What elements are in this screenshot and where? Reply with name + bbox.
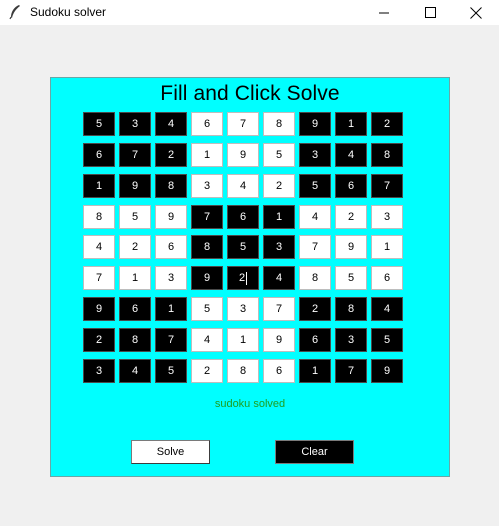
sudoku-cell[interactable]: 5 — [119, 205, 151, 229]
sudoku-cell[interactable]: 3 — [227, 297, 259, 321]
maximize-icon — [424, 7, 436, 18]
sudoku-cell[interactable]: 6 — [371, 266, 403, 290]
solve-button[interactable]: Solve — [131, 440, 210, 464]
sudoku-cell[interactable]: 7 — [155, 328, 187, 352]
sudoku-cell[interactable]: 4 — [191, 328, 223, 352]
sudoku-cell[interactable]: 9 — [83, 297, 115, 321]
sudoku-cell[interactable]: 2 — [371, 112, 403, 136]
sudoku-cell[interactable]: 9 — [335, 235, 367, 259]
sudoku-cell[interactable]: 4 — [119, 359, 151, 383]
sudoku-cell[interactable]: 8 — [371, 143, 403, 167]
sudoku-cell[interactable]: 5 — [227, 235, 259, 259]
sudoku-cell[interactable]: 8 — [119, 328, 151, 352]
sudoku-cell[interactable]: 8 — [83, 205, 115, 229]
sudoku-cell[interactable]: 4 — [227, 174, 259, 198]
sudoku-cell[interactable]: 1 — [155, 297, 187, 321]
sudoku-cell[interactable]: 6 — [119, 297, 151, 321]
sudoku-cell[interactable]: 5 — [155, 359, 187, 383]
sudoku-cell[interactable]: 1 — [191, 143, 223, 167]
sudoku-cell[interactable]: 3 — [299, 143, 331, 167]
sudoku-cell[interactable]: 9 — [191, 266, 223, 290]
sudoku-cell[interactable]: 7 — [83, 266, 115, 290]
sudoku-cell[interactable]: 4 — [299, 205, 331, 229]
sudoku-cell[interactable]: 6 — [227, 205, 259, 229]
sudoku-panel: Fill and Click Solve 5346789126721953481… — [50, 77, 450, 477]
sudoku-cell[interactable]: 2 — [119, 235, 151, 259]
sudoku-cell[interactable]: 4 — [335, 143, 367, 167]
maximize-button[interactable] — [407, 0, 453, 25]
sudoku-cell[interactable]: 2 — [299, 297, 331, 321]
sudoku-cell[interactable]: 9 — [263, 328, 295, 352]
sudoku-cell[interactable]: 9 — [227, 143, 259, 167]
sudoku-cell[interactable]: 8 — [155, 174, 187, 198]
sudoku-cell[interactable]: 3 — [83, 359, 115, 383]
sudoku-cell[interactable]: 1 — [227, 328, 259, 352]
close-icon — [470, 6, 482, 19]
page-title: Fill and Click Solve — [160, 82, 340, 105]
sudoku-cell[interactable]: 2 — [155, 143, 187, 167]
sudoku-cell[interactable]: 8 — [191, 235, 223, 259]
sudoku-cell[interactable]: 7 — [299, 235, 331, 259]
sudoku-cell[interactable]: 7 — [227, 112, 259, 136]
window-title: Sudoku solver — [30, 5, 107, 19]
sudoku-cell[interactable]: 8 — [263, 112, 295, 136]
sudoku-cell[interactable]: 7 — [263, 297, 295, 321]
sudoku-cell[interactable]: 9 — [155, 205, 187, 229]
sudoku-cell[interactable]: 4 — [371, 297, 403, 321]
sudoku-cell[interactable]: 7 — [191, 205, 223, 229]
feather-icon — [8, 4, 22, 20]
sudoku-cell[interactable]: 6 — [83, 143, 115, 167]
sudoku-cell[interactable]: 6 — [299, 328, 331, 352]
sudoku-cell[interactable]: 1 — [119, 266, 151, 290]
sudoku-cell[interactable]: 6 — [263, 359, 295, 383]
sudoku-cell[interactable]: 2 — [83, 328, 115, 352]
sudoku-cell[interactable]: 2 — [191, 359, 223, 383]
sudoku-cell[interactable]: 8 — [227, 359, 259, 383]
sudoku-cell[interactable]: 1 — [263, 205, 295, 229]
sudoku-cell[interactable]: 3 — [371, 205, 403, 229]
sudoku-cell[interactable]: 2 — [227, 266, 259, 290]
sudoku-cell[interactable]: 9 — [119, 174, 151, 198]
sudoku-cell[interactable]: 7 — [371, 174, 403, 198]
sudoku-cell[interactable]: 5 — [335, 266, 367, 290]
sudoku-cell[interactable]: 6 — [335, 174, 367, 198]
sudoku-cell[interactable]: 1 — [83, 174, 115, 198]
sudoku-cell[interactable]: 5 — [371, 328, 403, 352]
sudoku-cell[interactable]: 5 — [263, 143, 295, 167]
status-message: sudoku solved — [214, 398, 286, 410]
sudoku-cell[interactable]: 8 — [299, 266, 331, 290]
sudoku-cell[interactable]: 5 — [191, 297, 223, 321]
sudoku-cell[interactable]: 3 — [191, 174, 223, 198]
sudoku-cell[interactable]: 5 — [299, 174, 331, 198]
sudoku-cell[interactable]: 4 — [83, 235, 115, 259]
sudoku-cell[interactable]: 1 — [299, 359, 331, 383]
title-bar: Sudoku solver — [0, 0, 499, 25]
sudoku-cell[interactable]: 9 — [299, 112, 331, 136]
sudoku-cell[interactable]: 1 — [335, 112, 367, 136]
sudoku-cell[interactable]: 3 — [155, 266, 187, 290]
sudoku-cell[interactable]: 3 — [335, 328, 367, 352]
sudoku-cell[interactable]: 9 — [371, 359, 403, 383]
sudoku-cell[interactable]: 4 — [263, 266, 295, 290]
sudoku-cell[interactable]: 5 — [83, 112, 115, 136]
sudoku-cell[interactable]: 6 — [191, 112, 223, 136]
sudoku-cell[interactable]: 3 — [263, 235, 295, 259]
sudoku-cell[interactable]: 6 — [155, 235, 187, 259]
sudoku-cell[interactable]: 7 — [335, 359, 367, 383]
sudoku-cell[interactable]: 3 — [119, 112, 151, 136]
sudoku-cell[interactable]: 8 — [335, 297, 367, 321]
sudoku-cell[interactable]: 2 — [335, 205, 367, 229]
minimize-icon — [378, 12, 389, 14]
sudoku-cell[interactable]: 2 — [263, 174, 295, 198]
clear-button[interactable]: Clear — [275, 440, 354, 464]
minimize-button[interactable] — [361, 0, 407, 25]
sudoku-cell[interactable]: 4 — [155, 112, 187, 136]
close-button[interactable] — [453, 0, 499, 25]
sudoku-cell[interactable]: 1 — [371, 235, 403, 259]
sudoku-cell[interactable]: 7 — [119, 143, 151, 167]
